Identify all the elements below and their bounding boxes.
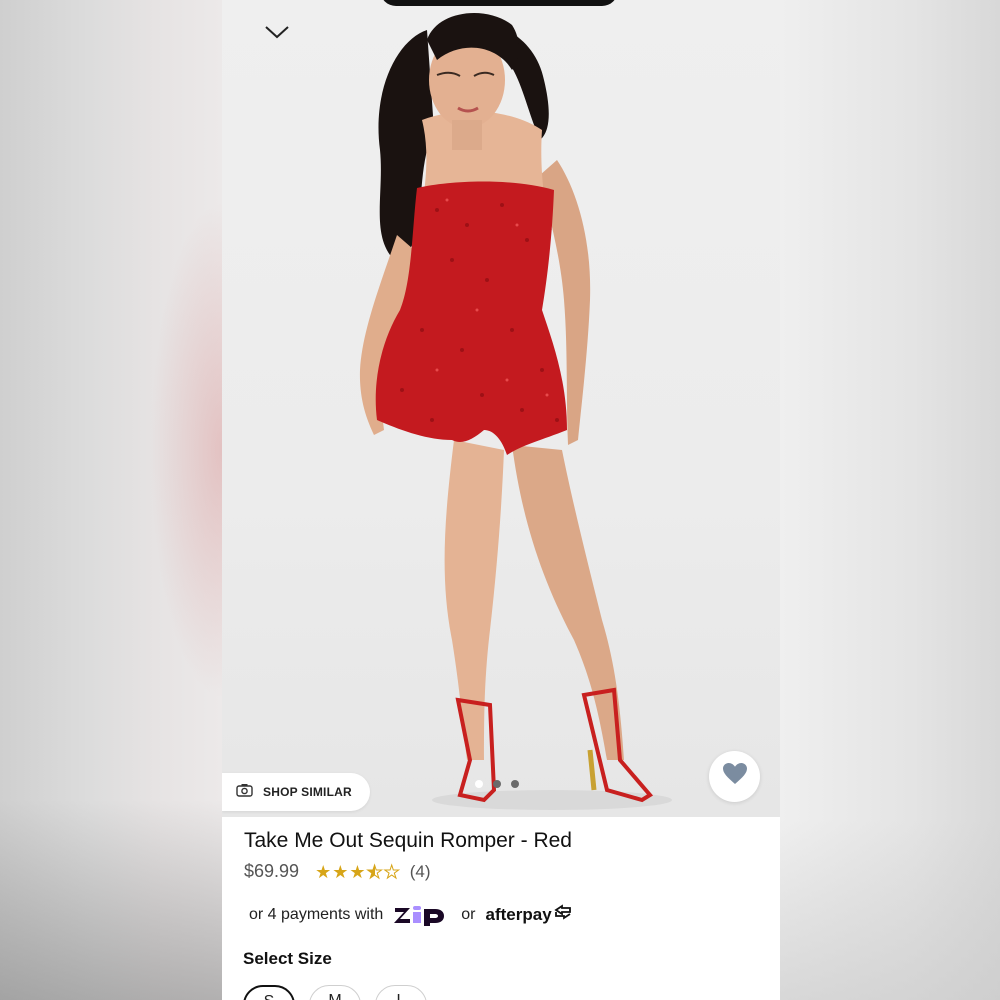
size-option[interactable]: M [309,985,361,1000]
size-option[interactable]: S [243,985,295,1000]
gallery-dot[interactable] [475,780,483,788]
favorite-button[interactable] [709,751,760,802]
chevron-down-icon[interactable] [262,20,292,44]
star-full-icon: ★ [349,861,366,882]
installment-payments-row: or 4 payments with or afterpay [249,903,574,926]
price-rating-row: $69.99 ★ ★ ★ ★★ ★ (4) [244,861,431,882]
star-half-icon: ★★ [366,861,383,882]
gallery-pagination [475,780,519,788]
gallery-dot[interactable] [493,780,501,788]
select-size-label: Select Size [243,949,332,968]
product-image-gallery[interactable]: SHOP SIMILAR [222,0,780,817]
star-full-icon: ★ [332,861,349,882]
gallery-dot[interactable] [511,780,519,788]
product-photo [359,12,672,810]
device-notch [380,0,618,6]
blurred-background-left [0,0,222,1000]
shop-similar-label: SHOP SIMILAR [263,785,352,799]
product-price: $69.99 [244,861,300,881]
camera-icon [236,783,253,802]
product-title: Take Me Out Sequin Romper - Red [244,829,572,852]
afterpay-label: afterpay [485,904,552,924]
afterpay-logo[interactable]: afterpay [486,903,574,926]
installment-text: or 4 payments with [249,905,384,923]
blurred-background-right [780,0,1000,1000]
review-count[interactable]: (4) [410,862,431,882]
afterpay-arrows-icon [552,903,574,926]
rating-stars[interactable]: ★ ★ ★ ★★ ★ [315,861,400,882]
zip-logo[interactable] [393,904,451,926]
product-screen: SHOP SIMILAR Take Me Out Sequin Romper -… [222,0,780,1000]
star-empty-icon: ★ [383,861,400,882]
heart-icon [722,762,748,791]
payment-or-text: or [461,905,476,923]
star-full-icon: ★ [315,861,332,882]
size-option[interactable]: L [375,985,427,1000]
product-info-panel: Take Me Out Sequin Romper - Red $69.99 ★… [222,817,780,1000]
size-options: S M L [243,985,427,1000]
shop-similar-button[interactable]: SHOP SIMILAR [222,773,370,811]
